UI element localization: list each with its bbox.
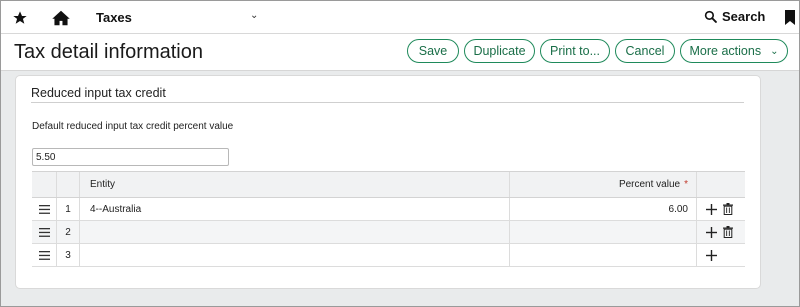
page-title: Tax detail information: [14, 41, 203, 63]
app-window: Taxes ⌄ Search Tax detail information Sa…: [0, 0, 800, 307]
search-button[interactable]: Search: [704, 9, 765, 24]
column-header-percent[interactable]: Percent value *: [510, 172, 697, 197]
cancel-button[interactable]: Cancel: [615, 39, 675, 63]
header-actions-cell: [697, 172, 745, 197]
duplicate-button[interactable]: Duplicate: [464, 39, 535, 63]
trash-icon[interactable]: [723, 226, 733, 238]
row-number: 2: [57, 221, 80, 243]
percent-cell[interactable]: 6.00: [510, 198, 697, 220]
default-percent-label: Default reduced input tax credit percent…: [32, 121, 234, 132]
chevron-down-icon[interactable]: ⌄: [250, 10, 258, 21]
search-label: Search: [722, 9, 766, 24]
table-row: 3: [32, 244, 745, 267]
print-button[interactable]: Print to...: [540, 39, 610, 63]
row-number: 3: [57, 244, 80, 266]
bookmark-icon[interactable]: [785, 10, 795, 30]
header-handle-cell: [32, 172, 57, 197]
entity-cell[interactable]: [80, 244, 510, 266]
page-header: Tax detail information Save Duplicate Pr…: [1, 34, 799, 71]
trash-icon[interactable]: [723, 203, 733, 215]
row-actions: [697, 198, 745, 220]
required-asterisk: *: [684, 179, 688, 190]
table-row: 2: [32, 221, 745, 244]
chevron-down-icon: ⌄: [770, 45, 779, 57]
module-title[interactable]: Taxes: [96, 10, 132, 25]
top-nav-bar: Taxes ⌄ Search: [1, 1, 799, 34]
row-actions: [697, 244, 745, 266]
plus-icon[interactable]: [706, 203, 717, 215]
plus-icon[interactable]: [706, 249, 717, 261]
home-icon[interactable]: [51, 8, 71, 28]
more-actions-label: More actions: [689, 44, 762, 58]
entity-cell[interactable]: [80, 221, 510, 243]
search-icon: [704, 10, 717, 23]
section-title: Reduced input tax credit: [31, 86, 166, 100]
drag-handle-icon[interactable]: [32, 198, 57, 220]
plus-icon[interactable]: [706, 226, 717, 238]
percent-cell[interactable]: [510, 221, 697, 243]
more-actions-button[interactable]: More actions ⌄: [680, 39, 788, 63]
save-button[interactable]: Save: [407, 39, 459, 63]
section-divider: [31, 102, 744, 103]
star-icon[interactable]: [10, 8, 30, 28]
row-actions: [697, 221, 745, 243]
header-num-cell: [57, 172, 80, 197]
table-row: 1 4--Australia 6.00: [32, 198, 745, 221]
default-percent-input[interactable]: [32, 148, 229, 166]
drag-handle-icon[interactable]: [32, 221, 57, 243]
section-card: Reduced input tax credit Default reduced…: [15, 75, 761, 289]
drag-handle-icon[interactable]: [32, 244, 57, 266]
percent-cell[interactable]: [510, 244, 697, 266]
row-number: 1: [57, 198, 80, 220]
entity-cell[interactable]: 4--Australia: [80, 198, 510, 220]
grid-header-row: Entity Percent value *: [32, 171, 745, 198]
column-header-entity[interactable]: Entity: [80, 172, 510, 197]
